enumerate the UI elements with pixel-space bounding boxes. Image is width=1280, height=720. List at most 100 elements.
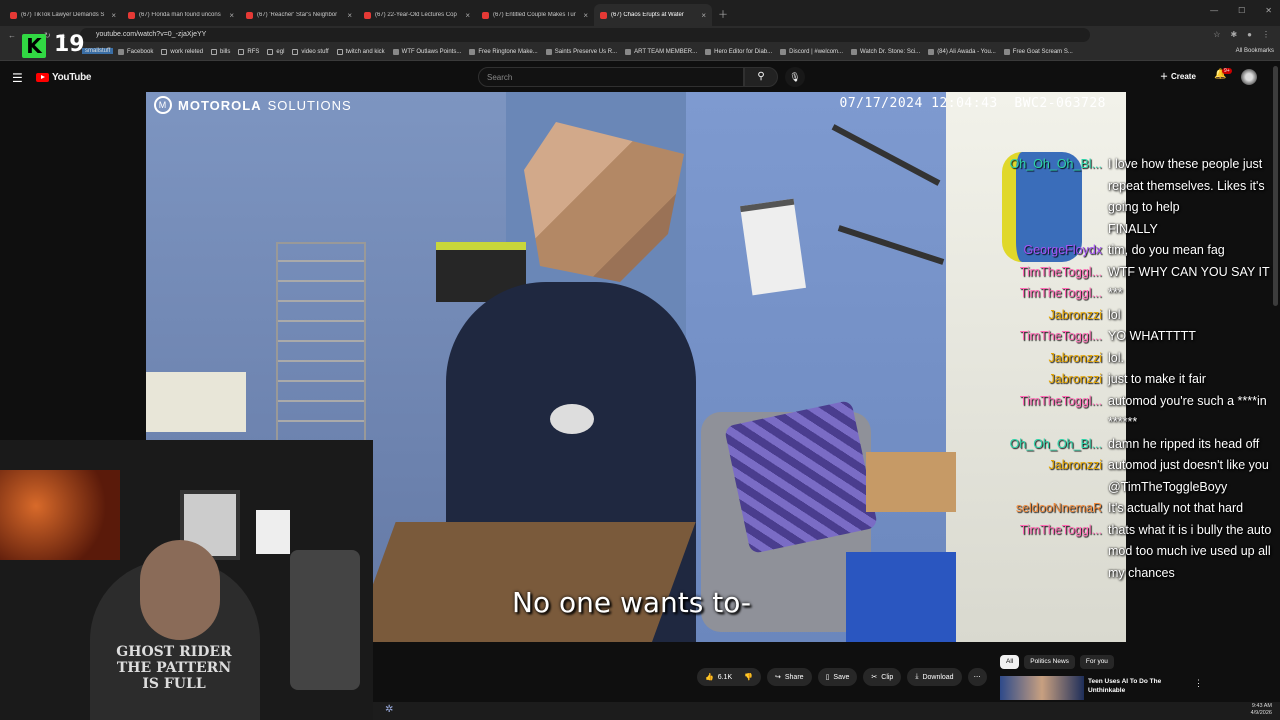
webcam-head xyxy=(140,540,220,640)
more-actions-button[interactable]: ⋯ xyxy=(967,668,987,686)
bookmark-item[interactable]: Watch Dr. Stone: Sci... xyxy=(851,49,920,55)
recommended-title[interactable]: Teen Uses AI To Do The Unthinkable xyxy=(1088,677,1188,695)
bookmark-smallstuff[interactable]: smallstuff xyxy=(82,48,114,54)
bookmark-label: Hero Editor for Diab... xyxy=(714,49,773,55)
bookmark-item[interactable]: (84) Ali Awada - You... xyxy=(928,49,996,55)
chat-username[interactable]: Oh_Oh_Oh_Bl... xyxy=(1000,154,1108,219)
bookmark-item[interactable]: Free Goat Scream S... xyxy=(1003,49,1073,55)
youtube-favicon-icon xyxy=(600,11,607,19)
bookmark-item[interactable]: Free Ringtone Make... xyxy=(469,49,538,55)
close-window-icon[interactable]: ✕ xyxy=(1265,6,1272,15)
chat-username[interactable]: TimTheToggl... xyxy=(1000,391,1108,434)
more-vert-icon[interactable]: ⋮ xyxy=(1194,678,1203,689)
chat-username[interactable]: TimTheToggl... xyxy=(1000,520,1108,585)
bookmark-item[interactable]: work releted xyxy=(161,49,203,55)
bookmark-item[interactable]: Facebook xyxy=(118,49,153,55)
scene-boxes xyxy=(146,372,246,432)
menu-icon[interactable]: ⋮ xyxy=(1262,30,1270,39)
search-input[interactable]: Search xyxy=(478,67,744,87)
bookmark-item[interactable]: egl xyxy=(267,49,284,55)
chat-username[interactable]: Oh_Oh_Oh_Bl... xyxy=(1000,434,1108,456)
plus-icon: ＋ xyxy=(1160,72,1168,81)
all-bookmarks[interactable]: All Bookmarks xyxy=(1236,48,1274,54)
close-tab-icon[interactable]: × xyxy=(229,11,234,20)
chat-message: FINALLY xyxy=(1000,219,1276,241)
recommended-video[interactable]: Teen Uses AI To Do The Unthinkable ⋮ xyxy=(1000,676,1210,700)
thumbs-down-icon[interactable]: 👎 xyxy=(744,673,753,681)
maximize-icon[interactable]: ☐ xyxy=(1238,6,1245,15)
back-icon[interactable]: ← xyxy=(8,31,16,40)
save-button[interactable]: ▯ Save xyxy=(817,668,858,686)
system-clock: 9:43 AM 4/9/2026 xyxy=(1251,703,1272,717)
bookmark-item[interactable]: video stuff xyxy=(292,49,329,55)
viewer-count: 19 xyxy=(54,32,85,57)
chat-username[interactable]: Jabronzzi xyxy=(1000,455,1108,498)
bookmark-item[interactable]: WTF Outlaws Points... xyxy=(392,49,461,55)
chat-username[interactable]: TimTheToggl... xyxy=(1000,262,1108,284)
bookmark-item[interactable]: bills xyxy=(211,49,230,55)
favicon-icon xyxy=(469,49,476,55)
browser-tab[interactable]: (67) TikTok Lawyer Demands S × xyxy=(4,4,122,26)
chat-username[interactable]: TimTheToggl... xyxy=(1000,283,1108,305)
voice-search-icon[interactable]: 🎙 xyxy=(785,67,805,87)
favicon-icon xyxy=(705,49,712,55)
folder-icon xyxy=(267,49,274,55)
folder-icon xyxy=(238,49,245,55)
chat-username[interactable]: GeorgeFloydx xyxy=(1000,240,1108,262)
scene-bag xyxy=(723,399,879,555)
chat-message: TimTheToggl... *** xyxy=(1000,283,1276,305)
avatar[interactable] xyxy=(1241,69,1257,85)
browser-tab[interactable]: (67) 'Reacher' Star's Neighbor × xyxy=(240,4,358,26)
folder-icon xyxy=(211,49,218,55)
close-tab-icon[interactable]: × xyxy=(583,11,588,20)
recommended-thumbnail[interactable] xyxy=(1000,676,1084,700)
new-tab-button[interactable]: ＋ xyxy=(718,6,728,21)
browser-tab[interactable]: (67) Florida man found uncons × xyxy=(122,4,240,26)
create-button[interactable]: ＋ Create xyxy=(1160,71,1196,82)
minimize-icon[interactable]: — xyxy=(1210,6,1218,15)
close-tab-icon[interactable]: × xyxy=(347,11,352,20)
shirt-line: THE PATTERN xyxy=(116,660,232,676)
chat-username[interactable]: Jabronzzi xyxy=(1000,305,1108,327)
filter-chip[interactable]: All xyxy=(1000,655,1020,669)
youtube-logo[interactable]: YouTube xyxy=(36,72,92,83)
settings-gear-icon[interactable]: ✲ xyxy=(385,704,393,715)
bookmark-label: bills xyxy=(220,49,231,55)
download-button[interactable]: ⤓ Download xyxy=(907,668,962,686)
tab-title: (67) Entitled Couple Makes Tur xyxy=(493,12,576,18)
profile-icon[interactable]: ● xyxy=(1247,30,1252,39)
chat-username[interactable] xyxy=(1000,219,1108,241)
chat-username[interactable]: TimTheToggl... xyxy=(1000,326,1108,348)
close-tab-icon[interactable]: × xyxy=(701,11,706,20)
filter-chip[interactable]: For you xyxy=(1079,655,1114,669)
browser-tab[interactable]: (67) 22-Year-Old Lectures Cop × xyxy=(358,4,476,26)
bookmark-item[interactable]: ART TEAM MEMBER... xyxy=(625,49,697,55)
browser-tab[interactable]: (67) Chaos Erupts at Water × xyxy=(594,4,712,26)
search-button[interactable]: ⚲ xyxy=(744,67,778,87)
bookmark-item[interactable]: Saints Preserve Us R... xyxy=(545,49,618,55)
clip-button[interactable]: ✂ Clip xyxy=(863,668,902,686)
bookmark-item[interactable]: Discord | #welcom... xyxy=(780,49,843,55)
extensions-icon[interactable]: ✱ xyxy=(1230,30,1237,39)
bookmark-label: Saints Preserve Us R... xyxy=(554,49,618,55)
bookmark-item[interactable]: Hero Editor for Diab... xyxy=(705,49,772,55)
browser-tab[interactable]: (67) Entitled Couple Makes Tur × xyxy=(476,4,594,26)
chat-text: I love how these people just repeat them… xyxy=(1108,157,1265,214)
bookmark-item[interactable]: twitch and kick xyxy=(336,49,385,55)
bookmark-star-icon[interactable]: ☆ xyxy=(1213,30,1220,39)
close-tab-icon[interactable]: × xyxy=(465,11,470,20)
chat-username[interactable]: Jabronzzi xyxy=(1000,369,1108,391)
chat-text: WTF WHY CAN YOU SAY IT xyxy=(1108,264,1270,279)
chat-username[interactable]: seldooNnemaR xyxy=(1000,498,1108,520)
url-field[interactable]: youtube.com/watch?v=0_-zjaXjeYY xyxy=(80,28,1090,42)
share-button[interactable]: ↪ Share xyxy=(767,668,812,686)
bookmark-label: (84) Ali Awada - You... xyxy=(937,49,996,55)
close-tab-icon[interactable]: × xyxy=(111,11,116,20)
chat-text: lol xyxy=(1108,307,1121,322)
bookmark-item[interactable]: RFS xyxy=(238,49,259,55)
filter-chip[interactable]: Politics News xyxy=(1024,655,1075,669)
hamburger-menu-icon[interactable]: ☰ xyxy=(12,71,23,85)
chat-username[interactable]: Jabronzzi xyxy=(1000,348,1108,370)
folder-icon xyxy=(292,49,299,55)
like-button[interactable]: 👍 6.1K 👎 xyxy=(697,668,761,686)
